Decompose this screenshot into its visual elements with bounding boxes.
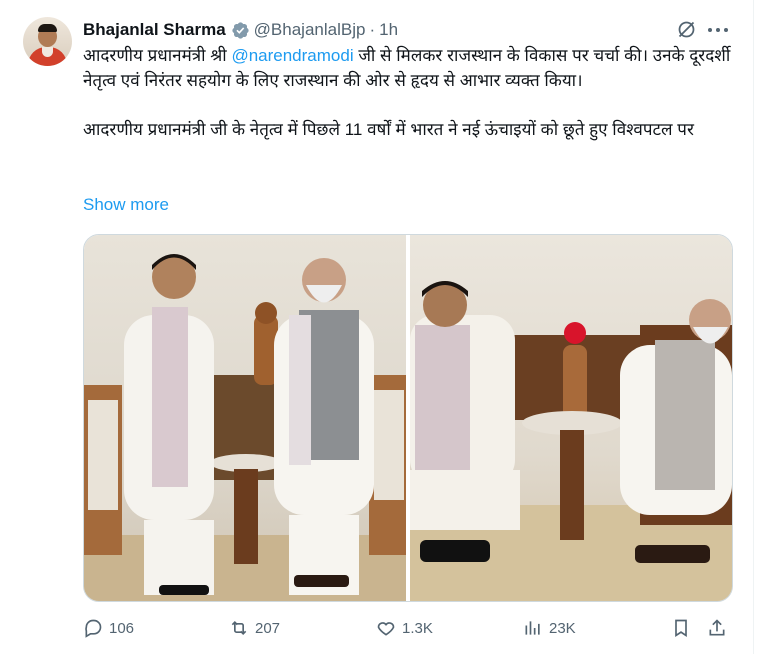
share-button[interactable] <box>707 612 733 644</box>
divider <box>753 0 754 654</box>
media-grid <box>83 234 733 602</box>
views-count: 23K <box>549 619 576 637</box>
repost-button[interactable]: 207 <box>229 612 280 644</box>
like-count: 1.3K <box>402 619 433 637</box>
repost-icon <box>231 620 247 636</box>
tweet-header: Bhajanlal Sharma @BhajanlalBjp · 1h <box>83 17 398 43</box>
verified-badge-icon <box>232 21 249 39</box>
reply-count: 106 <box>109 619 135 637</box>
reply-button[interactable]: 106 <box>83 612 134 644</box>
like-button[interactable]: 1.3K <box>376 612 433 644</box>
photo-2[interactable] <box>410 235 732 601</box>
tweet[interactable]: Bhajanlal Sharma @BhajanlalBjp · 1h आदरण… <box>0 0 760 654</box>
photo-1[interactable] <box>84 235 406 601</box>
grok-icon[interactable] <box>676 19 697 40</box>
share-icon <box>709 619 725 636</box>
like-icon <box>377 622 395 636</box>
repost-count: 207 <box>255 619 281 637</box>
more-icon[interactable] <box>708 19 728 40</box>
views-button[interactable]: 23K <box>523 612 576 644</box>
show-more-link[interactable]: Show more <box>83 195 169 215</box>
separator: · <box>369 20 376 39</box>
tweet-paragraph-1: आदरणीय प्रधानमंत्री श्री @narendramodi ज… <box>83 46 731 90</box>
bookmark-icon <box>675 619 687 638</box>
mention-link[interactable]: @narendramodi <box>231 46 353 65</box>
avatar[interactable] <box>23 17 72 66</box>
timestamp[interactable]: 1h <box>379 20 398 40</box>
action-bar: 106 207 1.3K 23K <box>83 612 733 644</box>
author-handle[interactable]: @BhajanlalBjp <box>254 20 366 40</box>
author-name[interactable]: Bhajanlal Sharma <box>83 20 226 40</box>
reply-icon <box>85 619 102 638</box>
tweet-text: आदरणीय प्रधानमंत्री श्री @narendramodi ज… <box>83 43 733 142</box>
bookmark-button[interactable] <box>671 612 697 644</box>
tweet-paragraph-2: आदरणीय प्रधानमंत्री जी के नेतृत्व में पि… <box>83 120 694 139</box>
views-icon <box>525 621 540 635</box>
